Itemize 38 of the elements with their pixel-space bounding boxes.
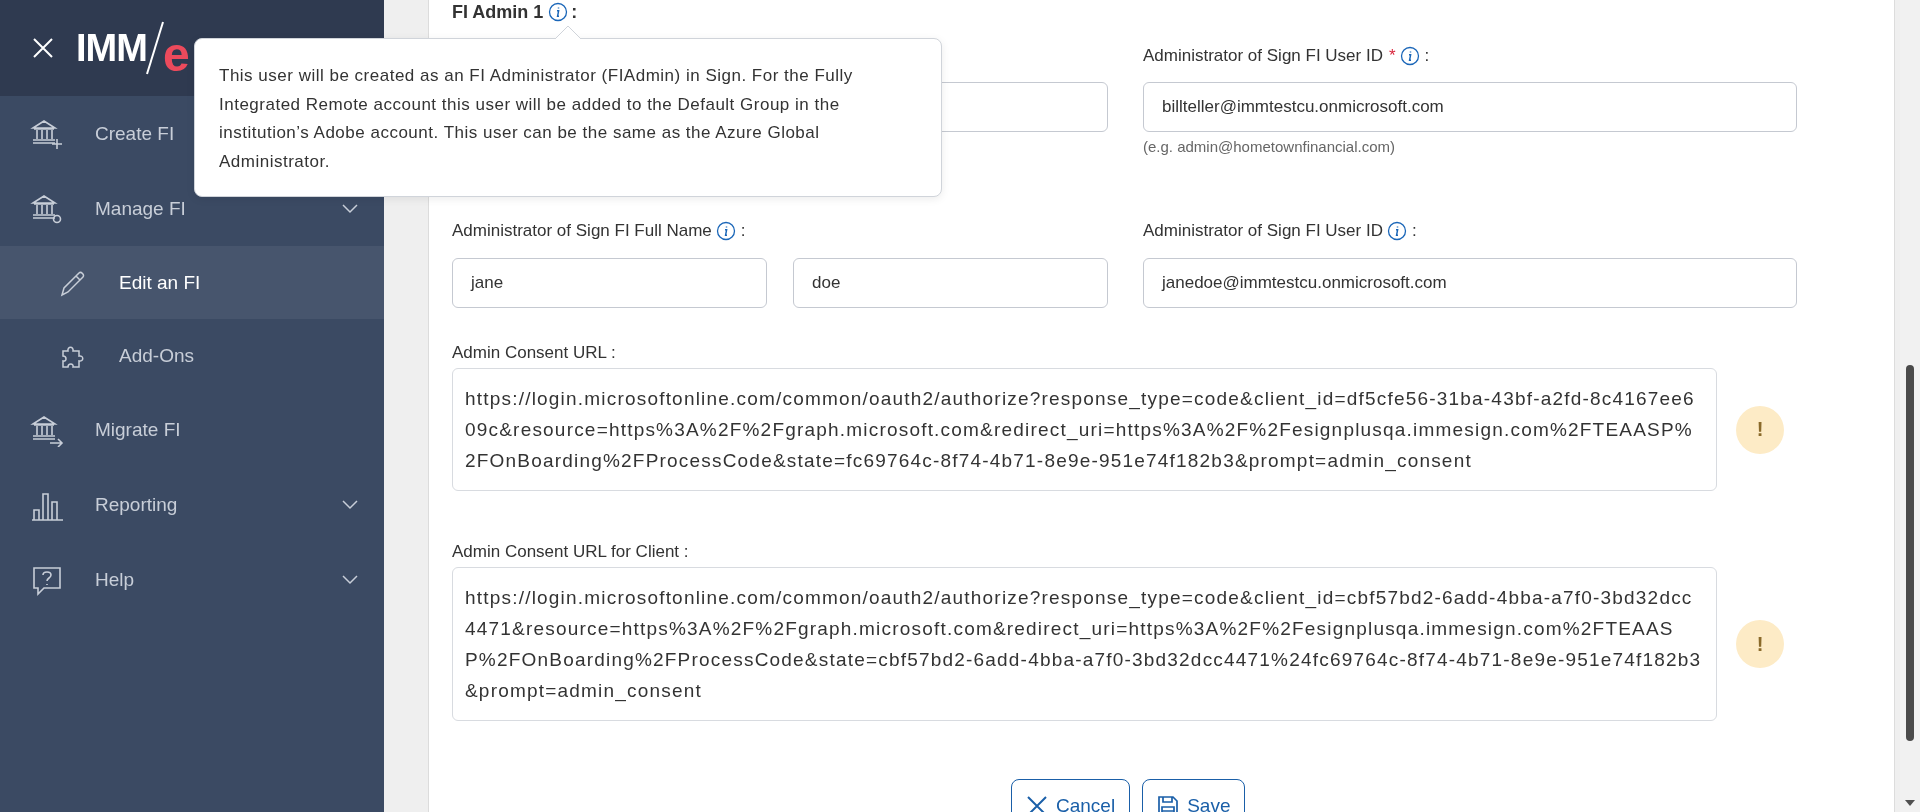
cancel-button[interactable]: Cancel bbox=[1011, 779, 1131, 812]
field-label: Administrator of Sign FI Full Name bbox=[452, 221, 712, 241]
url-text-area[interactable]: https://login.microsoftonline.com/common/oauth2/authorize?response_type=code&client_id=cbf57bd2-6add-4bba-a7f0-3bd32dcc4471&resource=https%3A%2F%2Fgraph.microsoft.com&redirect_uri=https%3A%2F%2Fesignplusqa.immesign.com%2FTEAASP%2FOnBoarding%2FProcessCode&state=cbf57bd2-6add-4bba-a7f0-3bd32dcc4471%24fc69764c-8f74-4b71-8e9e-951e74f182b3&prompt=admin_consent bbox=[452, 567, 1717, 721]
scroll-down-arrow-icon[interactable] bbox=[1905, 800, 1915, 806]
info-icon[interactable] bbox=[548, 2, 569, 22]
field-label: Admin Consent URL : bbox=[452, 343, 616, 363]
colon-text: : bbox=[1411, 221, 1417, 241]
input-field[interactable]: janedoe@immtestcu.onmicrosoft.com bbox=[1143, 258, 1797, 308]
field-label: Administrator of Sign FI User ID bbox=[1143, 46, 1383, 66]
nav-item[interactable]: Migrate FI bbox=[0, 392, 384, 467]
tooltip-text: This user will be created as an FI Administrator (FIAdmin) in Sign. For the Fully Integrated Remote account this user will be added to the Default Group in the institution’s Adobe account. This user can be the same as the Azure Global Administrator. bbox=[219, 65, 854, 173]
nav-item[interactable]: Manage FI bbox=[0, 171, 384, 246]
nav-subitem[interactable]: Add-Ons bbox=[0, 319, 384, 392]
close-icon[interactable] bbox=[32, 37, 54, 59]
logo: IMM e bbox=[76, 16, 190, 80]
info-icon[interactable] bbox=[715, 221, 736, 241]
info-icon[interactable] bbox=[1399, 46, 1420, 66]
scrollbar-thumb[interactable] bbox=[1906, 365, 1914, 741]
save-button[interactable]: Save bbox=[1142, 779, 1246, 812]
colon-text: : bbox=[740, 221, 746, 241]
input-field[interactable]: doe bbox=[793, 258, 1108, 308]
required-mark: * bbox=[1388, 46, 1396, 66]
info-icon[interactable] bbox=[1386, 221, 1407, 241]
input-field[interactable]: billteller@immtestcu.onmicrosoft.com bbox=[1143, 82, 1797, 132]
field-label: Administrator of Sign FI User ID bbox=[1143, 221, 1383, 241]
field-label: Admin Consent URL for Client : bbox=[452, 542, 689, 562]
colon-text: : bbox=[1424, 46, 1430, 66]
input-field[interactable]: jane bbox=[452, 258, 767, 308]
nav-item[interactable]: Help bbox=[0, 542, 384, 617]
url-text-area[interactable]: https://login.microsoftonline.com/common/oauth2/authorize?response_type=code&client_id=df5cfe56-31ba-43bf-a2fd-8c4167ee609c&resource=https%3A%2F%2Fgraph.microsoft.com&redirect_uri=https%3A%2F%2Fesignplusqa.immesign.com%2FTEAASP%2FOnBoarding%2FProcessCode&state=fc69764c-8f74-4b71-8e9e-951e74f182b3&prompt=admin_consent bbox=[452, 368, 1717, 491]
field-hint: (e.g. admin@hometownfinancial.com) bbox=[1143, 138, 1396, 156]
section-title: FI Admin 1 bbox=[452, 1, 544, 23]
colon-text: : bbox=[571, 1, 578, 23]
warning-badge: ! bbox=[1736, 405, 1784, 454]
warning-badge: ! bbox=[1736, 620, 1784, 668]
nav-item[interactable]: Reporting bbox=[0, 467, 384, 542]
nav-subitem[interactable]: Edit an FI bbox=[0, 246, 384, 319]
x-icon bbox=[1026, 795, 1048, 812]
